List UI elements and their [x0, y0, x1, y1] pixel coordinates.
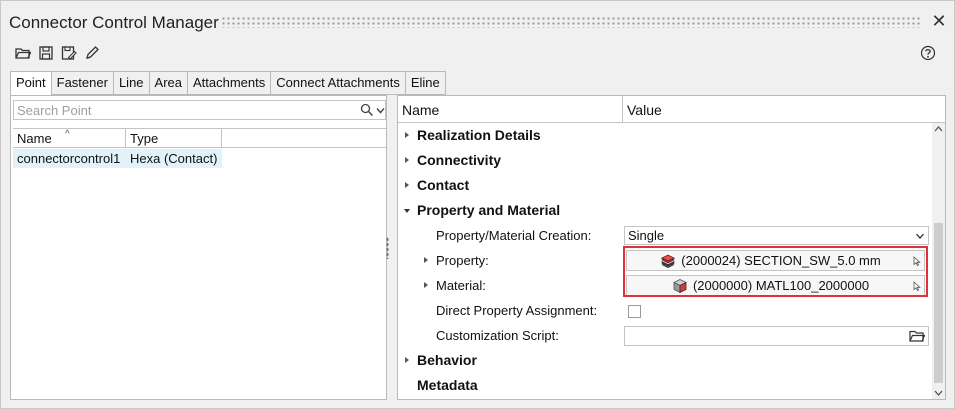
column-header-name-label: Name — [17, 131, 52, 146]
material-label: Material: — [436, 278, 486, 293]
expand-arrow-icon[interactable] — [405, 132, 409, 138]
column-header-prop-value[interactable]: Value — [623, 96, 923, 122]
group-contact[interactable]: Contact — [398, 173, 932, 198]
expand-arrow-icon[interactable] — [405, 182, 409, 188]
property-entity-selector[interactable]: (2000024) SECTION_SW_5.0 mm — [626, 250, 925, 271]
title-bar[interactable]: Connector Control Manager ✕ — [1, 1, 954, 43]
list-item-type: Hexa (Contact) — [130, 151, 218, 166]
list-header: Name ^ Type — [13, 128, 386, 148]
expand-arrow-icon[interactable] — [405, 357, 409, 363]
row-customization-script: Customization Script: — [398, 323, 932, 348]
group-label: Behavior — [417, 352, 477, 368]
entity-type-tabs: Point Fastener Line Area Attachments Con… — [10, 71, 446, 96]
list-item[interactable]: connectorcontrol1 Hexa (Contact) — [13, 149, 222, 168]
column-header-prop-name[interactable]: Name — [398, 96, 623, 122]
toolbar — [15, 45, 100, 63]
expand-arrow-icon[interactable] — [405, 157, 409, 163]
material-entity-selector[interactable]: (2000000) MATL100_2000000 — [626, 275, 925, 296]
tab-point[interactable]: Point — [10, 71, 52, 96]
group-connectivity[interactable]: Connectivity — [398, 148, 932, 173]
property-material-creation-select[interactable]: Single — [624, 226, 929, 245]
property-material-creation-label: Property/Material Creation: — [436, 228, 592, 243]
property-section-icon — [661, 254, 676, 268]
chevron-down-icon[interactable] — [376, 106, 385, 115]
chevron-down-icon — [916, 233, 924, 239]
property-panel: Name Value Realization Details Connectiv… — [397, 95, 946, 400]
save-icon[interactable] — [38, 45, 54, 61]
sort-ascending-icon: ^ — [65, 129, 70, 140]
save-as-icon[interactable] — [61, 45, 77, 61]
tab-fastener[interactable]: Fastener — [51, 71, 114, 95]
property-value: (2000024) SECTION_SW_5.0 mm — [681, 253, 881, 268]
pick-cursor-icon[interactable] — [913, 256, 921, 266]
list-item-name: connectorcontrol1 — [17, 151, 121, 166]
scroll-down-icon[interactable] — [932, 387, 945, 399]
customization-script-field[interactable] — [624, 326, 929, 346]
expand-arrow-icon[interactable] — [424, 257, 428, 263]
row-material: Material: (2000000) MATL100_2000000 — [398, 273, 932, 298]
row-property: Property: (2000024) SECTION_SW_5.0 mm — [398, 248, 932, 273]
expand-arrow-icon[interactable] — [424, 282, 428, 288]
column-header-type[interactable]: Type — [126, 129, 222, 148]
collapse-arrow-icon[interactable] — [404, 209, 410, 213]
connector-control-manager-window: Connector Control Manager ✕ Point Fasten… — [0, 0, 955, 409]
direct-property-assignment-checkbox[interactable] — [628, 305, 641, 318]
scrollbar-thumb[interactable] — [934, 223, 943, 383]
group-label: Connectivity — [417, 152, 502, 168]
tab-eline[interactable]: Eline — [405, 71, 446, 95]
material-cube-icon — [673, 278, 687, 293]
property-scrollbar[interactable] — [932, 123, 945, 399]
tab-line[interactable]: Line — [113, 71, 150, 95]
close-icon[interactable]: ✕ — [930, 12, 948, 30]
group-realization-details[interactable]: Realization Details — [398, 123, 932, 148]
group-metadata[interactable]: Metadata — [398, 373, 932, 398]
tab-attachments[interactable]: Attachments — [188, 71, 272, 95]
group-label: Metadata — [417, 377, 478, 393]
group-property-and-material[interactable]: Property and Material — [398, 198, 932, 223]
material-value: (2000000) MATL100_2000000 — [692, 278, 870, 293]
search-box — [13, 100, 386, 120]
help-icon[interactable] — [920, 45, 936, 61]
column-header-name[interactable]: Name ^ — [13, 129, 126, 148]
group-label: Property and Material — [417, 202, 561, 218]
panel-splitter[interactable] — [386, 237, 389, 259]
property-label: Property: — [436, 253, 489, 268]
group-behavior[interactable]: Behavior — [398, 348, 932, 373]
browse-folder-icon[interactable] — [909, 329, 925, 343]
tab-area[interactable]: Area — [149, 71, 188, 95]
group-label: Contact — [417, 177, 470, 193]
tab-connect-attachments[interactable]: Connect Attachments — [271, 71, 406, 95]
edit-pencil-icon[interactable] — [84, 45, 100, 61]
property-header: Name Value — [398, 96, 945, 123]
select-value: Single — [628, 228, 665, 243]
customization-script-label: Customization Script: — [436, 328, 559, 343]
direct-property-assignment-label: Direct Property Assignment: — [436, 303, 598, 318]
row-direct-property-assignment: Direct Property Assignment: — [398, 298, 932, 323]
window-title: Connector Control Manager — [9, 13, 219, 32]
column-header-type-label: Type — [130, 131, 159, 146]
connector-list-panel: Name ^ Type connectorcontrol1 Hexa (Cont… — [10, 95, 387, 400]
pick-cursor-icon[interactable] — [913, 281, 921, 291]
open-folder-icon[interactable] — [15, 45, 31, 61]
scroll-up-icon[interactable] — [932, 123, 945, 135]
group-label: Realization Details — [417, 127, 541, 143]
row-property-material-creation: Property/Material Creation: Single — [398, 223, 932, 248]
search-input[interactable] — [14, 101, 354, 119]
search-icon[interactable] — [360, 103, 374, 117]
drag-grip[interactable] — [221, 16, 921, 28]
